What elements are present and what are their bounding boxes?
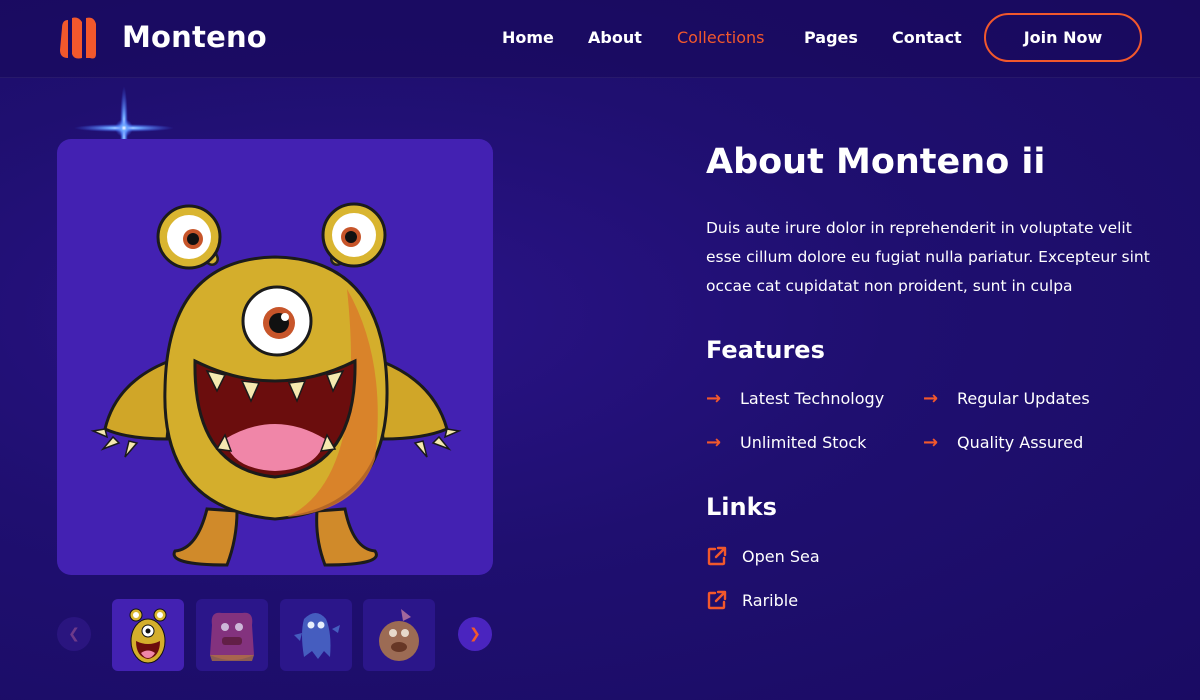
thumbnail-blue-monster[interactable] [280, 599, 352, 671]
link-open-sea[interactable]: Open Sea [706, 545, 820, 567]
thumbnail-yellow-monster[interactable] [112, 599, 184, 671]
arrow-right-icon: → [706, 432, 722, 453]
pink-monster-thumb-icon [210, 612, 254, 661]
feature-label: Unlimited Stock [740, 433, 867, 452]
thumbnail-brown-monster[interactable] [363, 599, 435, 671]
brand-logo[interactable]: Monteno [56, 14, 267, 60]
arrow-right-icon: → [923, 388, 939, 409]
logo-icon [60, 17, 96, 59]
gallery-next-button[interactable]: ❯ [458, 617, 492, 651]
link-label: Open Sea [742, 546, 820, 566]
main-nft-image [57, 139, 493, 575]
arrow-right-icon: → [706, 388, 722, 409]
about-title: About Monteno ii [706, 142, 1046, 182]
link-label: Rarible [742, 590, 799, 610]
feature-label: Quality Assured [957, 433, 1084, 452]
arrow-right-icon: → [923, 432, 939, 453]
nav-home[interactable]: Home [502, 28, 554, 47]
chevron-left-icon: ❮ [68, 626, 80, 642]
feature-item: → Regular Updates [923, 388, 1090, 409]
feature-label: Regular Updates [957, 389, 1090, 408]
external-link-icon [707, 590, 727, 610]
link-rarible[interactable]: Rarible [706, 589, 798, 611]
features-title: Features [706, 336, 825, 364]
feature-item: → Latest Technology [706, 388, 884, 409]
yellow-monster-illustration [90, 202, 462, 567]
chevron-right-icon: ❯ [469, 626, 481, 642]
brand-name: Monteno [122, 20, 267, 54]
nav-contact[interactable]: Contact [892, 28, 962, 47]
links-title: Links [706, 493, 777, 521]
nav-collections[interactable]: Collections [677, 28, 764, 47]
join-now-button[interactable]: Join Now [984, 13, 1142, 62]
nav-about[interactable]: About [588, 28, 642, 47]
blue-ghost-monster-thumb-icon [294, 613, 340, 659]
feature-item: → Unlimited Stock [706, 432, 866, 453]
external-link-icon [707, 546, 727, 566]
nav-pages[interactable]: Pages [804, 28, 858, 47]
gallery-prev-button[interactable]: ❮ [57, 617, 91, 651]
about-description: Duis aute irure dolor in reprehenderit i… [706, 219, 1150, 295]
yellow-monster-thumb-icon [129, 608, 167, 664]
feature-label: Latest Technology [740, 389, 885, 408]
feature-item: → Quality Assured [923, 432, 1083, 453]
site-header: Monteno Home About Collections Pages Con… [0, 0, 1200, 78]
brown-monster-thumb-icon [379, 609, 419, 661]
thumbnail-pink-monster[interactable] [196, 599, 268, 671]
